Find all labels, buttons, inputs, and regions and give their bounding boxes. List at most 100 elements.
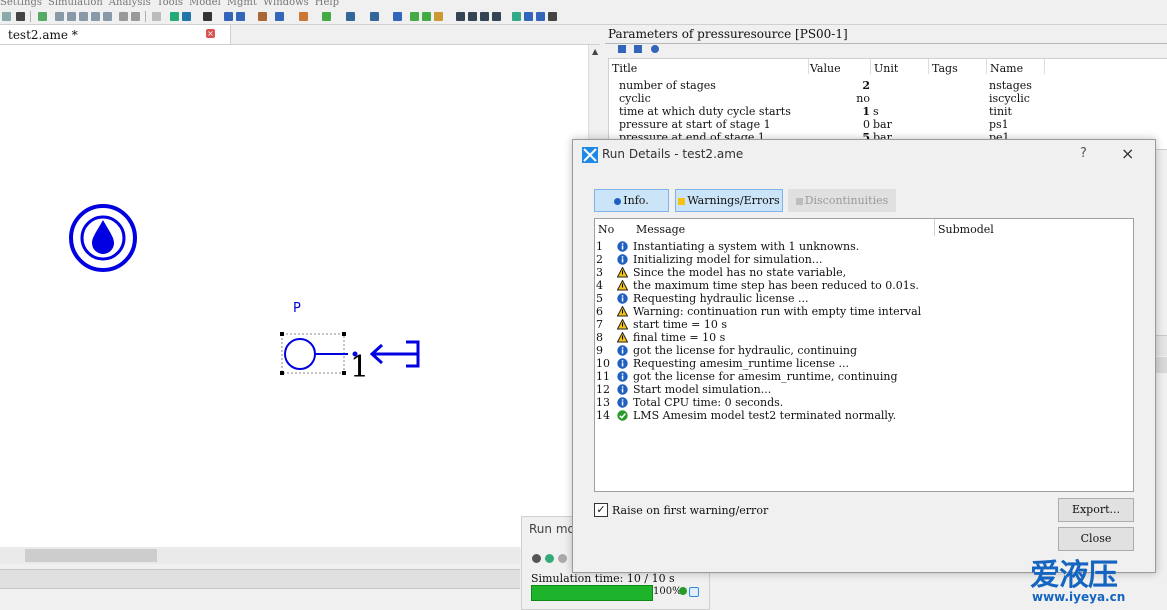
table-icon[interactable] (370, 12, 379, 21)
colour-icon[interactable] (299, 12, 308, 21)
raise-on-error-checkbox[interactable]: ✓ (594, 503, 608, 517)
hydraulic-port-icon[interactable] (369, 340, 420, 368)
pause-icon[interactable] (532, 554, 541, 563)
zoom-in-icon[interactable] (55, 12, 64, 21)
window-icon[interactable] (456, 12, 465, 21)
settings-icon[interactable] (434, 12, 443, 21)
library-icon[interactable] (322, 12, 331, 21)
tab-warnings-errors[interactable]: Warnings/Errors (675, 189, 783, 212)
save-icon[interactable] (618, 45, 626, 53)
tool-icon[interactable] (258, 12, 267, 21)
discontinuity-icon (795, 198, 803, 205)
arrow-up-icon[interactable] (119, 12, 128, 21)
column-separator (986, 59, 987, 74)
info-icon (617, 371, 628, 382)
menu-mgmt[interactable]: Mgmt (227, 0, 257, 8)
load-icon[interactable] (634, 45, 642, 53)
info-icon (617, 241, 628, 252)
message-text: Requesting amesim_runtime license ... (633, 357, 849, 370)
scroll-up-icon[interactable]: ▲ (592, 47, 598, 56)
toolbar-separator (145, 11, 146, 22)
tab-discontinuities[interactable]: Discontinuities (788, 189, 896, 212)
export-button[interactable]: Export... (1058, 498, 1134, 522)
column-header-title[interactable]: Title (612, 62, 637, 75)
column-header-no[interactable]: No (598, 223, 614, 236)
column-header-submodel[interactable]: Submodel (938, 223, 994, 236)
binoculars-icon[interactable] (16, 12, 25, 21)
message-number: 13 (596, 396, 610, 409)
warning-icon (617, 267, 628, 278)
help-icon[interactable] (651, 45, 659, 53)
message-text: got the license for amesim_runtime, cont… (633, 370, 898, 383)
message-text: the maximum time step has been reduced t… (633, 279, 919, 292)
menu-analysis[interactable]: Analysis (109, 0, 151, 8)
zoom-window-icon[interactable] (91, 12, 100, 21)
hydraulic-tank-icon[interactable] (69, 204, 137, 272)
scrollbar-thumb[interactable] (25, 549, 157, 562)
toolbar-icon[interactable] (2, 12, 11, 21)
menu-simulation[interactable]: Simulation (48, 0, 103, 8)
message-number: 12 (596, 383, 610, 396)
column-header-message[interactable]: Message (636, 223, 685, 236)
zoom-out-icon[interactable] (67, 12, 76, 21)
close-button[interactable]: × (1121, 144, 1134, 163)
column-separator (928, 59, 929, 74)
warning-icon (678, 198, 686, 205)
user-icon[interactable] (548, 12, 557, 21)
menu-windows[interactable]: Windows (263, 0, 309, 8)
zoom-icon[interactable] (38, 12, 47, 21)
panel-edge (1155, 335, 1167, 356)
app-icon[interactable] (536, 12, 545, 21)
column-separator (1044, 59, 1045, 74)
refresh-icon[interactable] (545, 554, 554, 563)
batch-icon[interactable] (236, 12, 245, 21)
tab-discontinuities-label: Discontinuities (804, 194, 889, 207)
ok-icon (679, 587, 687, 595)
tab-info-label: Info. (623, 194, 649, 207)
parameter-icon[interactable] (203, 12, 212, 21)
python-icon[interactable] (512, 12, 521, 21)
help-button[interactable]: ? (1080, 146, 1087, 161)
app-icon[interactable] (524, 12, 533, 21)
warning-icon (617, 306, 628, 317)
zoom-reset-icon[interactable] (103, 12, 112, 21)
close-icon[interactable]: × (206, 29, 215, 38)
message-number: 14 (596, 409, 610, 422)
document-tab[interactable]: test2.ame * × (0, 25, 231, 44)
param-value: no (856, 92, 870, 105)
window-icon[interactable] (468, 12, 477, 21)
message-text: Initializing model for simulation... (633, 253, 823, 266)
column-header-unit[interactable]: Unit (874, 62, 898, 75)
close-dialog-button[interactable]: Close (1058, 527, 1134, 551)
menu-settings[interactable]: Settings (0, 0, 42, 8)
export-icon[interactable] (346, 12, 355, 21)
column-header-tags[interactable]: Tags (932, 62, 958, 75)
sketch-icon[interactable] (170, 12, 179, 21)
toolbar-separator (30, 11, 31, 22)
sketch-canvas[interactable]: P 1 (0, 45, 588, 547)
zoom-fit-icon[interactable] (79, 12, 88, 21)
tab-info[interactable]: Info. (594, 189, 669, 212)
check-icon[interactable] (410, 12, 419, 21)
submodel-icon[interactable] (182, 12, 191, 21)
message-number: 3 (596, 266, 603, 279)
menu-help[interactable]: Help (315, 0, 339, 8)
message-text: Warning: continuation run with empty tim… (633, 305, 922, 318)
plot-icon[interactable] (275, 12, 284, 21)
column-header-name[interactable]: Name (990, 62, 1023, 75)
window-icon[interactable] (492, 12, 501, 21)
info-icon[interactable] (393, 12, 402, 21)
grid-icon[interactable] (422, 12, 431, 21)
pressure-source-component[interactable] (280, 332, 358, 375)
menu-tools[interactable]: Tools (157, 0, 183, 8)
run-icon[interactable] (224, 12, 233, 21)
window-icon[interactable] (480, 12, 489, 21)
line-icon[interactable] (152, 12, 161, 21)
message-number: 8 (596, 331, 603, 344)
arrow-down-icon[interactable] (131, 12, 140, 21)
menu-model[interactable]: Model (189, 0, 221, 8)
param-title: pressure at start of stage 1 (619, 118, 771, 131)
stop-icon[interactable] (558, 554, 567, 563)
column-header-value[interactable]: Value (810, 62, 841, 75)
magnifier-icon[interactable] (689, 587, 699, 597)
